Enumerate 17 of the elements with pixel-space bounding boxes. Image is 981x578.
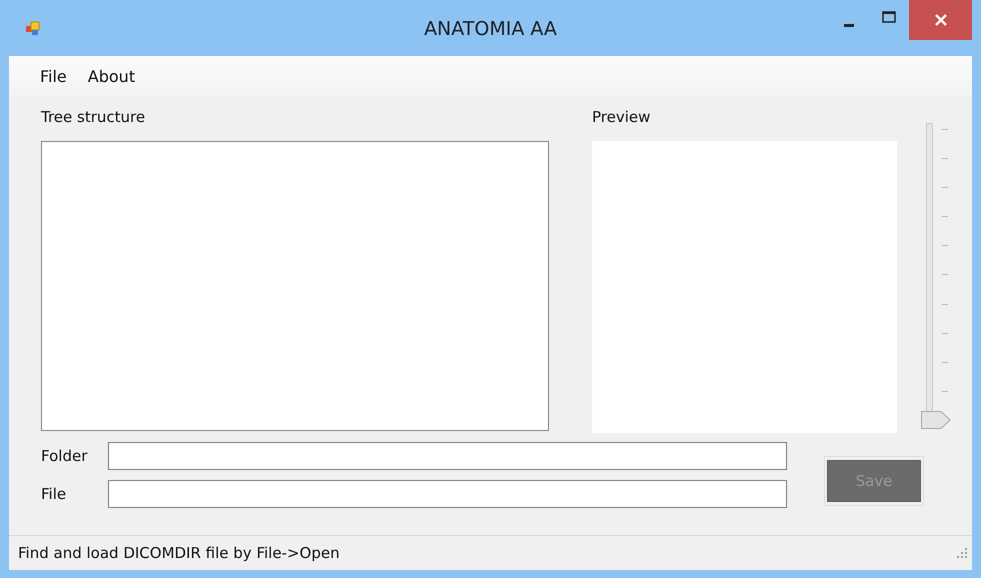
field-label: File	[41, 485, 68, 503]
text-field[interactable]	[108, 442, 787, 470]
minimize-icon	[844, 24, 854, 26]
field-label: Folder	[41, 447, 88, 465]
menu-item[interactable]: About	[84, 64, 140, 88]
window-title: ANATOMIA AA	[424, 18, 557, 40]
app-icon	[25, 20, 41, 36]
slider-thumb[interactable]	[921, 411, 951, 429]
maximize-icon	[882, 11, 896, 23]
close-icon	[934, 14, 946, 26]
tree-label: Tree structure	[41, 107, 146, 128]
text-field[interactable]	[108, 480, 787, 508]
preview-label: Preview	[592, 107, 652, 128]
resize-grip-icon[interactable]	[956, 547, 968, 559]
status-text: Find and load DICOMDIR file by File->Open	[18, 544, 340, 562]
menu-item[interactable]: File	[36, 64, 71, 88]
close-button[interactable]	[909, 0, 972, 40]
